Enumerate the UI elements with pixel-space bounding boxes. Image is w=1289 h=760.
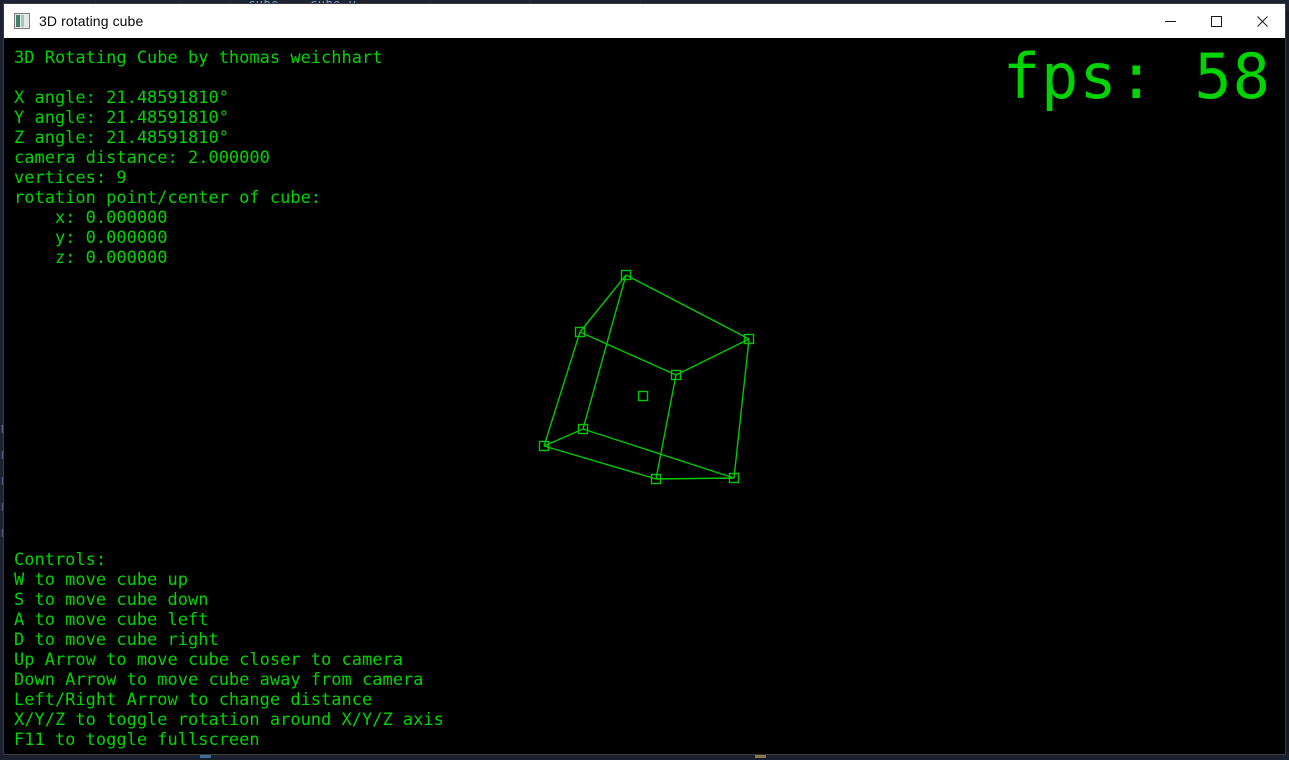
control-change-distance: Left/Right Arrow to change distance	[14, 690, 373, 710]
app-window: 3D rotating cube 3D Rotating Cube by tho…	[4, 4, 1285, 754]
close-icon[interactable]	[1239, 4, 1285, 38]
control-move-right: D to move cube right	[14, 630, 219, 650]
cube-vertex-markers	[538, 269, 755, 485]
hud-controls-panel: Controls: W to move cube up S to move cu…	[14, 550, 444, 750]
cube-edge	[543, 331, 581, 447]
cube-edge	[625, 274, 750, 340]
cube-edge	[579, 274, 627, 333]
window-titlebar[interactable]: 3D rotating cube	[4, 4, 1285, 38]
control-move-away: Down Arrow to move cube away from camera	[14, 670, 424, 690]
cube-edge	[543, 428, 584, 447]
cube-edge	[675, 338, 750, 376]
control-move-closer: Up Arrow to move cube closer to camera	[14, 650, 403, 670]
cube-edge	[582, 274, 627, 430]
cube-edge	[543, 445, 657, 480]
app-cube-icon	[14, 13, 30, 29]
window-title: 3D rotating cube	[39, 13, 144, 29]
control-toggle-axis: X/Y/Z to toggle rotation around X/Y/Z ax…	[14, 710, 444, 730]
control-move-left: A to move cube left	[14, 610, 209, 630]
cube-edges	[543, 274, 750, 480]
cube-edge	[733, 338, 750, 479]
control-toggle-fullscreen: F11 to toggle fullscreen	[14, 730, 260, 750]
maximize-icon[interactable]	[1193, 4, 1239, 38]
minimize-icon[interactable]	[1147, 4, 1193, 38]
cube-edge	[582, 428, 735, 479]
cube-edge	[579, 331, 677, 376]
control-move-up: W to move cube up	[14, 570, 188, 590]
cube-edge	[655, 374, 677, 480]
cube-edge	[655, 477, 735, 480]
status-mark	[200, 754, 211, 758]
status-mark	[755, 754, 766, 758]
controls-heading: Controls:	[14, 550, 107, 570]
window-controls	[1147, 4, 1285, 38]
screen-root: cube cube_y. N N N N N 3D rotating cube	[0, 0, 1289, 760]
cube-vertex-center	[637, 390, 649, 402]
render-canvas[interactable]: 3D Rotating Cube by thomas weichhart X a…	[4, 38, 1285, 754]
control-move-down: S to move cube down	[14, 590, 209, 610]
